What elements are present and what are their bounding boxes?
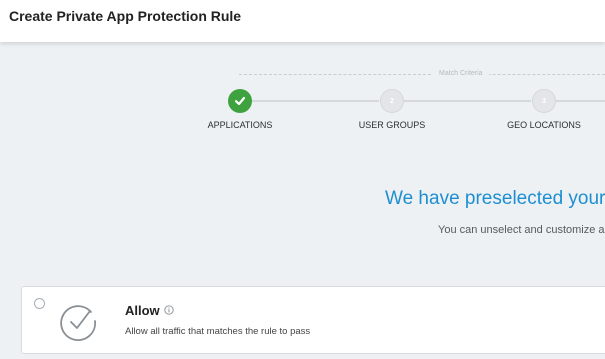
section-headline: We have preselected your xyxy=(385,188,605,209)
allow-action-card[interactable]: Allow Allow all traffic that matches the… xyxy=(21,286,605,354)
section-subtext: You can unselect and customize a xyxy=(438,224,605,236)
allow-radio[interactable] xyxy=(34,298,45,309)
info-icon[interactable] xyxy=(164,305,174,315)
checkmark-circle-icon xyxy=(60,305,96,341)
allow-description: Allow all traffic that matches the rule … xyxy=(125,326,311,337)
match-criteria-label: Match Criteria xyxy=(433,70,489,77)
step-connector xyxy=(252,100,379,102)
step-user-groups-label[interactable]: USER GROUPS xyxy=(359,120,426,130)
step-connector xyxy=(404,100,531,102)
step-geo-locations-indicator[interactable]: 3 xyxy=(532,89,556,113)
step-user-groups-indicator[interactable]: 2 xyxy=(380,89,404,113)
check-icon xyxy=(234,96,246,106)
step-number: 3 xyxy=(542,97,546,105)
page-header: Create Private App Protection Rule xyxy=(0,0,605,42)
step-geo-locations-label[interactable]: GEO LOCATIONS xyxy=(507,120,581,130)
allow-title: Allow xyxy=(125,303,160,318)
step-applications-indicator[interactable] xyxy=(228,89,252,113)
step-applications-label[interactable]: APPLICATIONS xyxy=(208,120,273,130)
step-connector xyxy=(556,100,605,102)
step-number: 2 xyxy=(390,97,394,105)
page-title: Create Private App Protection Rule xyxy=(9,8,242,24)
match-criteria-divider xyxy=(239,74,605,75)
